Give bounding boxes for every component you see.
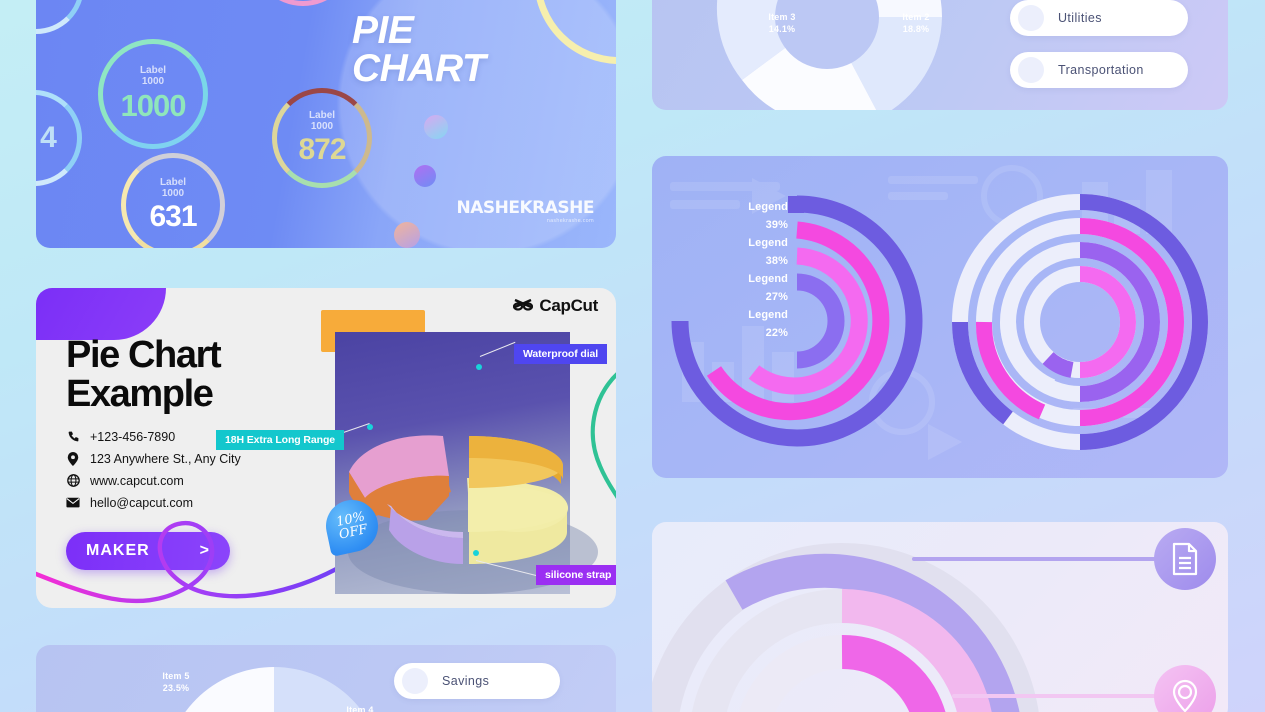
gauge-ring-6 bbox=[36, 0, 84, 34]
gauge-ring-5: 4 bbox=[36, 90, 82, 186]
pie-chart-gauges-card: Label 1000 1000 Label 1000 872 Label 1000… bbox=[36, 0, 616, 248]
pie-title-line1: PIE bbox=[352, 9, 414, 52]
gauge-4-value: 631 bbox=[149, 199, 197, 233]
maker-button[interactable]: MAKER > bbox=[66, 531, 230, 570]
watermark: NASHEKRASHE nashekrashe.com bbox=[456, 198, 595, 224]
gauge-ring-1: Label 1000 1000 bbox=[98, 39, 208, 149]
watermark-text: NASHEKRASHE bbox=[456, 198, 595, 218]
location-pin-icon bbox=[1172, 679, 1198, 712]
chevron-right-icon: > bbox=[199, 541, 210, 559]
callout-battery-range: 18H Extra Long Range bbox=[216, 430, 345, 450]
transportation-label: Transportation bbox=[1058, 63, 1144, 77]
radial-progress-chart bbox=[652, 543, 1039, 712]
gauge-5-value: 4 bbox=[40, 121, 57, 154]
phone-icon bbox=[66, 430, 80, 444]
capcut-promo-card: CapCut Pie Chart Example +123-456-7890 1… bbox=[36, 288, 616, 608]
contact-item-address: 123 Anywhere St., Any City bbox=[66, 451, 296, 466]
maker-button-label: MAKER bbox=[86, 541, 150, 559]
item4-name: Item 4 bbox=[346, 705, 374, 712]
location-icon-badge bbox=[1154, 665, 1216, 712]
bubble-purple bbox=[414, 165, 436, 187]
radial-arc-chart-right bbox=[952, 194, 1208, 450]
gauge-ring-4: Label 1000 631 bbox=[121, 153, 225, 248]
connector-line-location bbox=[952, 694, 1174, 698]
utilities-swatch bbox=[1018, 5, 1044, 31]
savings-swatch bbox=[402, 668, 428, 694]
legend-chip-savings[interactable]: Savings bbox=[394, 663, 560, 699]
page-root: Label 1000 1000 Label 1000 872 Label 1000… bbox=[0, 0, 1265, 712]
utilities-label: Utilities bbox=[1058, 11, 1102, 25]
gauge-ring-3: Label 1000 872 bbox=[272, 88, 372, 188]
legend-chip-utilities[interactable]: Utilities bbox=[1010, 0, 1188, 36]
callout-silicone-strap: silicone strap bbox=[536, 565, 616, 585]
connector-line-document bbox=[912, 557, 1174, 561]
globe-icon bbox=[66, 474, 80, 488]
pie-chart-title: PIE CHART bbox=[352, 9, 592, 91]
slice-label-item3: Item 3 14.1% bbox=[754, 12, 810, 35]
contact-item-email: hello@capcut.com bbox=[66, 496, 296, 510]
item2-name: Item 2 bbox=[902, 12, 930, 22]
website-text: www.capcut.com bbox=[90, 473, 184, 488]
item3-name: Item 3 bbox=[768, 12, 796, 22]
pie-title-line2: CHART bbox=[352, 47, 486, 91]
capcut-logo: CapCut bbox=[513, 296, 598, 316]
document-icon-badge bbox=[1154, 528, 1216, 590]
gauge-1-sub: 1000 bbox=[141, 76, 165, 87]
slice-label-item4: Item 4 bbox=[332, 705, 388, 712]
budget-donut-card-top-right: Item 4 11.8% Item 3 14.1% Item 2 18.8% U… bbox=[652, 0, 1228, 110]
corner-decoration bbox=[36, 288, 166, 340]
contact-item-website: www.capcut.com bbox=[66, 474, 296, 488]
watermark-sub: nashekrashe.com bbox=[546, 218, 594, 224]
slice-label-item5: Item 5 23.5% bbox=[148, 671, 204, 694]
location-pin-icon bbox=[66, 451, 80, 466]
capcut-mark-icon bbox=[513, 298, 534, 311]
address-text: 123 Anywhere St., Any City bbox=[90, 451, 241, 466]
gauge-4-caption: Label bbox=[159, 176, 187, 188]
radial-progress-card bbox=[652, 522, 1228, 712]
bubble-peach bbox=[394, 222, 420, 248]
gauge-4-sub: 1000 bbox=[161, 188, 185, 199]
budget-donut-card-bottom-left: Item 5 23.5% Item 4 Savings bbox=[36, 645, 616, 712]
envelope-icon bbox=[66, 496, 80, 510]
document-icon bbox=[1172, 542, 1198, 576]
title-line-1: Pie Chart bbox=[66, 334, 222, 376]
email-text: hello@capcut.com bbox=[90, 495, 194, 510]
item2-value: 18.8% bbox=[902, 23, 930, 34]
callout-dot-waterproof bbox=[476, 364, 482, 370]
phone-text: +123-456-7890 bbox=[90, 429, 176, 444]
callout-dot-strap bbox=[473, 550, 479, 556]
transportation-swatch bbox=[1018, 57, 1044, 83]
legend-chip-transportation[interactable]: Transportation bbox=[1010, 52, 1188, 88]
callout-dot-range bbox=[367, 424, 373, 430]
slice-label-item2: Item 2 18.8% bbox=[888, 12, 944, 35]
item5-value: 23.5% bbox=[162, 682, 190, 693]
page-title: Pie Chart Example bbox=[66, 336, 296, 414]
gauge-3-sub: 1000 bbox=[310, 121, 334, 132]
radial-arcs-card: Legend 39% Legend 38% Legend 27% Legend … bbox=[652, 156, 1228, 478]
bubble-pink bbox=[424, 115, 448, 139]
pie-3d-chart bbox=[348, 435, 598, 594]
item3-value: 14.1% bbox=[768, 23, 796, 34]
discount-off-label: OFF bbox=[337, 522, 369, 543]
gauge-3-caption: Label bbox=[308, 109, 336, 121]
gauge-ring-2: Label1000 872 bbox=[252, 0, 354, 6]
radial-arc-chart-left bbox=[671, 195, 923, 447]
capcut-logo-text: CapCut bbox=[539, 296, 598, 315]
title-line-2: Example bbox=[66, 372, 214, 415]
savings-label: Savings bbox=[442, 674, 490, 688]
gauge-1-value: 1000 bbox=[120, 87, 187, 123]
gauge-3-value: 872 bbox=[298, 132, 346, 166]
gauge-1-caption: Label bbox=[139, 64, 167, 76]
callout-waterproof-dial: Waterproof dial bbox=[514, 344, 608, 364]
item5-name: Item 5 bbox=[162, 671, 190, 681]
